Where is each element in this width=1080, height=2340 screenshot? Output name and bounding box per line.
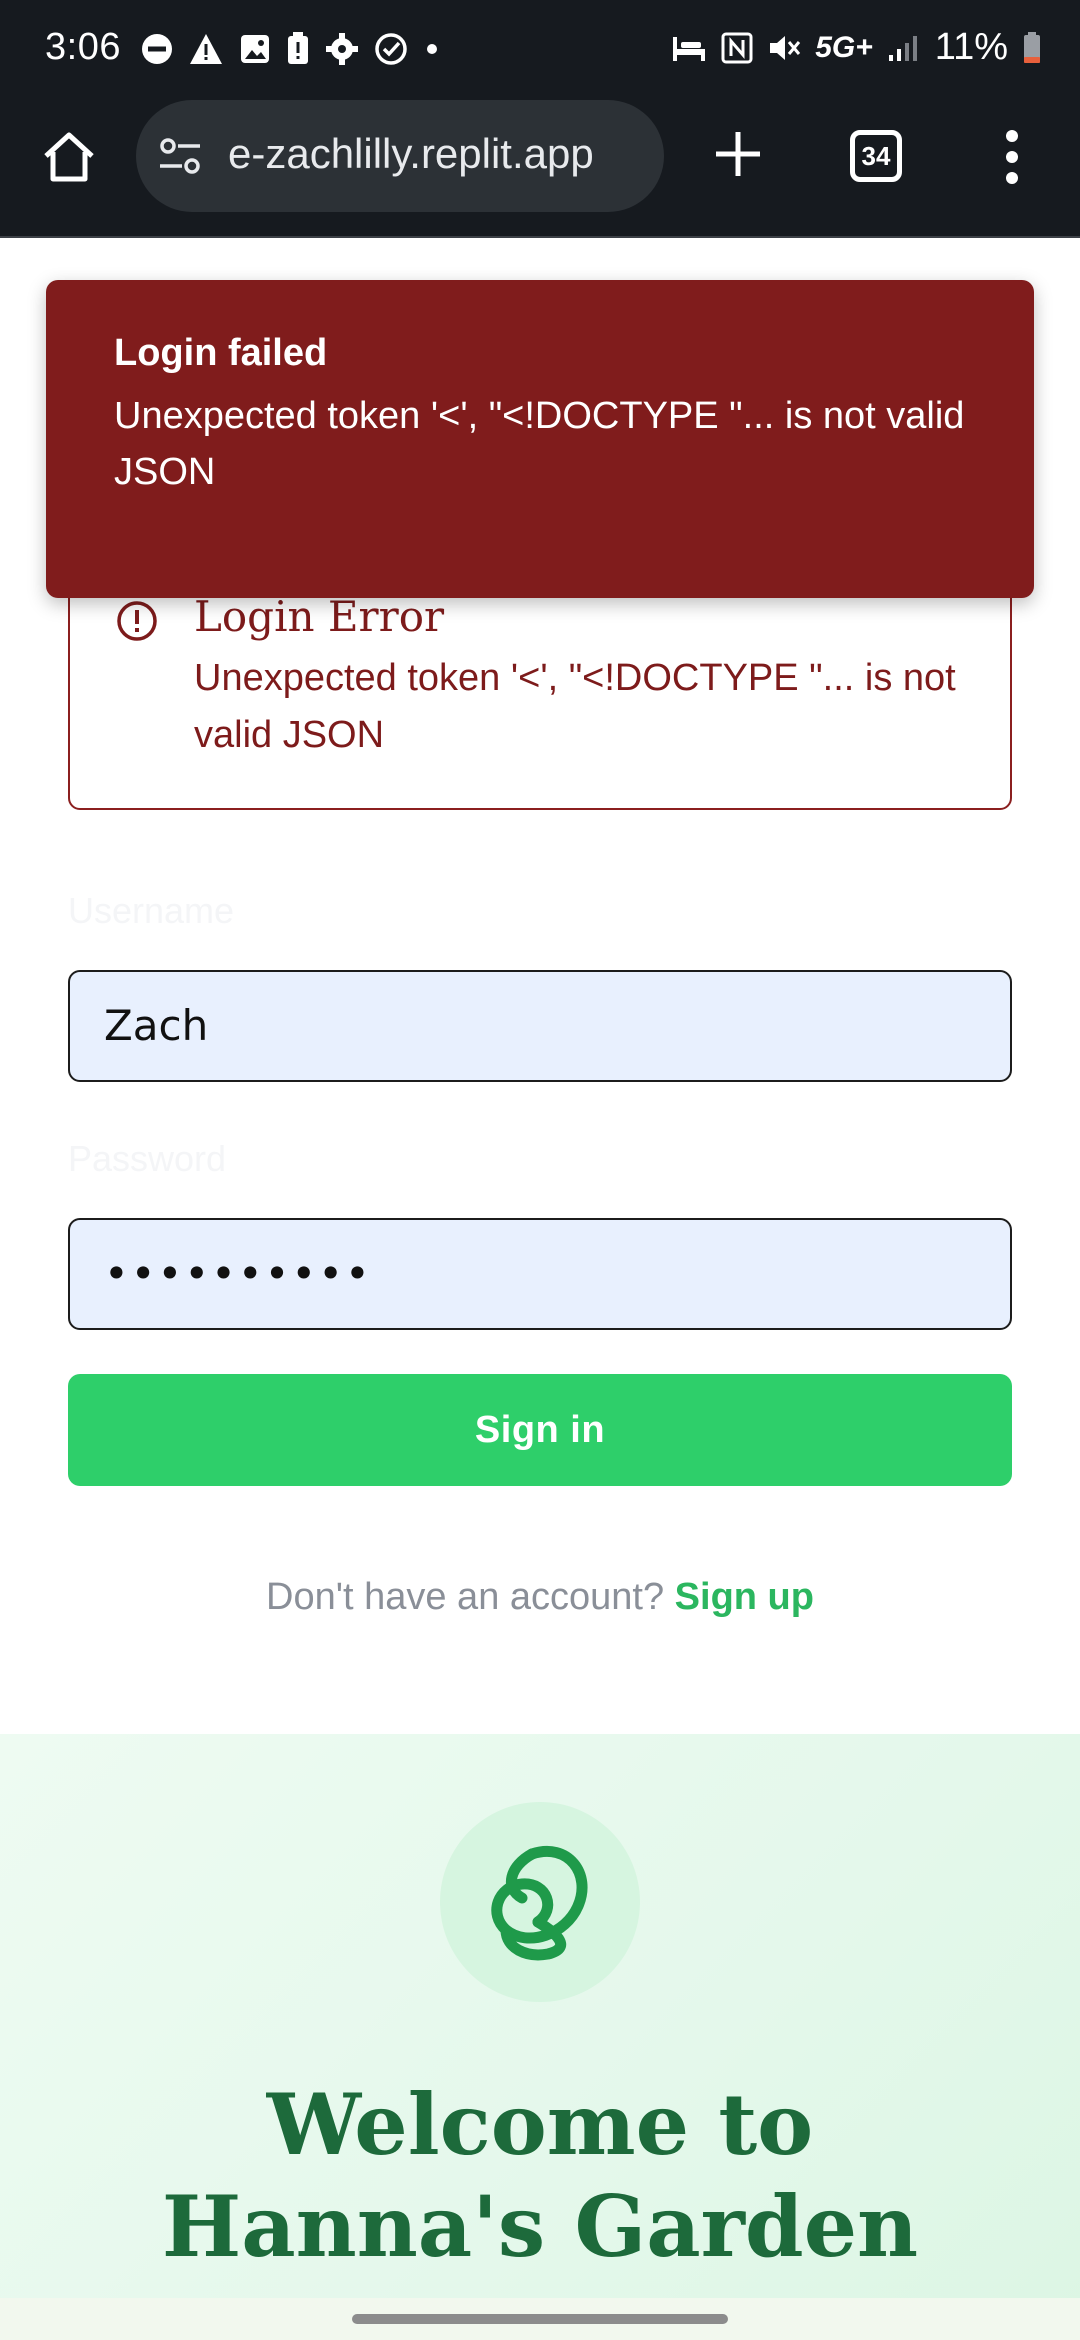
home-icon[interactable] (40, 128, 98, 186)
warning-icon (190, 34, 222, 64)
system-icons: 5G+ 11% (671, 26, 1042, 69)
notification-icons (140, 32, 442, 66)
gesture-navigation-bar[interactable] (352, 2314, 728, 2324)
url-text: e-zachlilly.replit.app (228, 130, 594, 177)
battery-percent: 11% (934, 26, 1008, 68)
page-content: Login Error Unexpected token '<', "<!DOC… (0, 238, 1080, 2340)
garden-logo-icon (491, 1846, 588, 1961)
login-error-title: Login Error (194, 592, 445, 641)
tab-switcher-button[interactable]: 34 (850, 130, 902, 182)
sign-up-link[interactable]: Sign up (675, 1576, 814, 1618)
username-input[interactable]: Zach (68, 970, 1012, 1082)
toast-message: Unexpected token '<', "<!DOCTYPE "... is… (114, 395, 965, 493)
browser-toolbar: e-zachlilly.replit.app 34 (0, 100, 1080, 238)
signal-icon (888, 35, 917, 61)
more-options-icon[interactable] (1000, 128, 1024, 186)
battery-alert-icon (288, 32, 308, 64)
toast-title: Login failed (114, 332, 328, 374)
bed-icon (673, 36, 706, 61)
login-failed-toast[interactable]: Login failed Unexpected token '<', "<!DO… (46, 280, 1034, 598)
mute-icon (770, 35, 801, 60)
status-time: 3:06 (45, 26, 121, 68)
alert-circle-icon (117, 601, 157, 641)
password-input[interactable]: •••••••••• (68, 1218, 1012, 1330)
hero-title: Welcome to Hanna's Garden (161, 2075, 919, 2276)
signup-row: Don't have an account? Sign up (0, 1576, 1080, 1619)
dot-icon (427, 44, 437, 54)
new-tab-icon[interactable] (712, 128, 764, 180)
password-label: Password (68, 1138, 227, 1179)
image-icon (241, 35, 269, 63)
welcome-hero: Welcome to Hanna's Garden (0, 1734, 1080, 2340)
do-not-disturb-icon (142, 34, 172, 64)
settings-gear-icon (326, 33, 358, 65)
login-error-message: Unexpected token '<', "<!DOCTYPE "... is… (194, 657, 956, 756)
status-bar: 3:06 5G+ 11% (0, 0, 1080, 100)
network-type: 5G+ (815, 30, 873, 64)
battery-icon (1024, 31, 1040, 63)
site-settings-icon[interactable] (158, 136, 202, 176)
check-circle-icon (375, 33, 407, 65)
sign-in-button[interactable]: Sign in (68, 1374, 1012, 1486)
address-bar[interactable]: e-zachlilly.replit.app (136, 100, 664, 212)
username-label: Username (68, 890, 235, 931)
logo-badge (440, 1802, 640, 2002)
signup-prompt: Don't have an account? (266, 1576, 665, 1618)
nfc-icon (721, 32, 753, 63)
